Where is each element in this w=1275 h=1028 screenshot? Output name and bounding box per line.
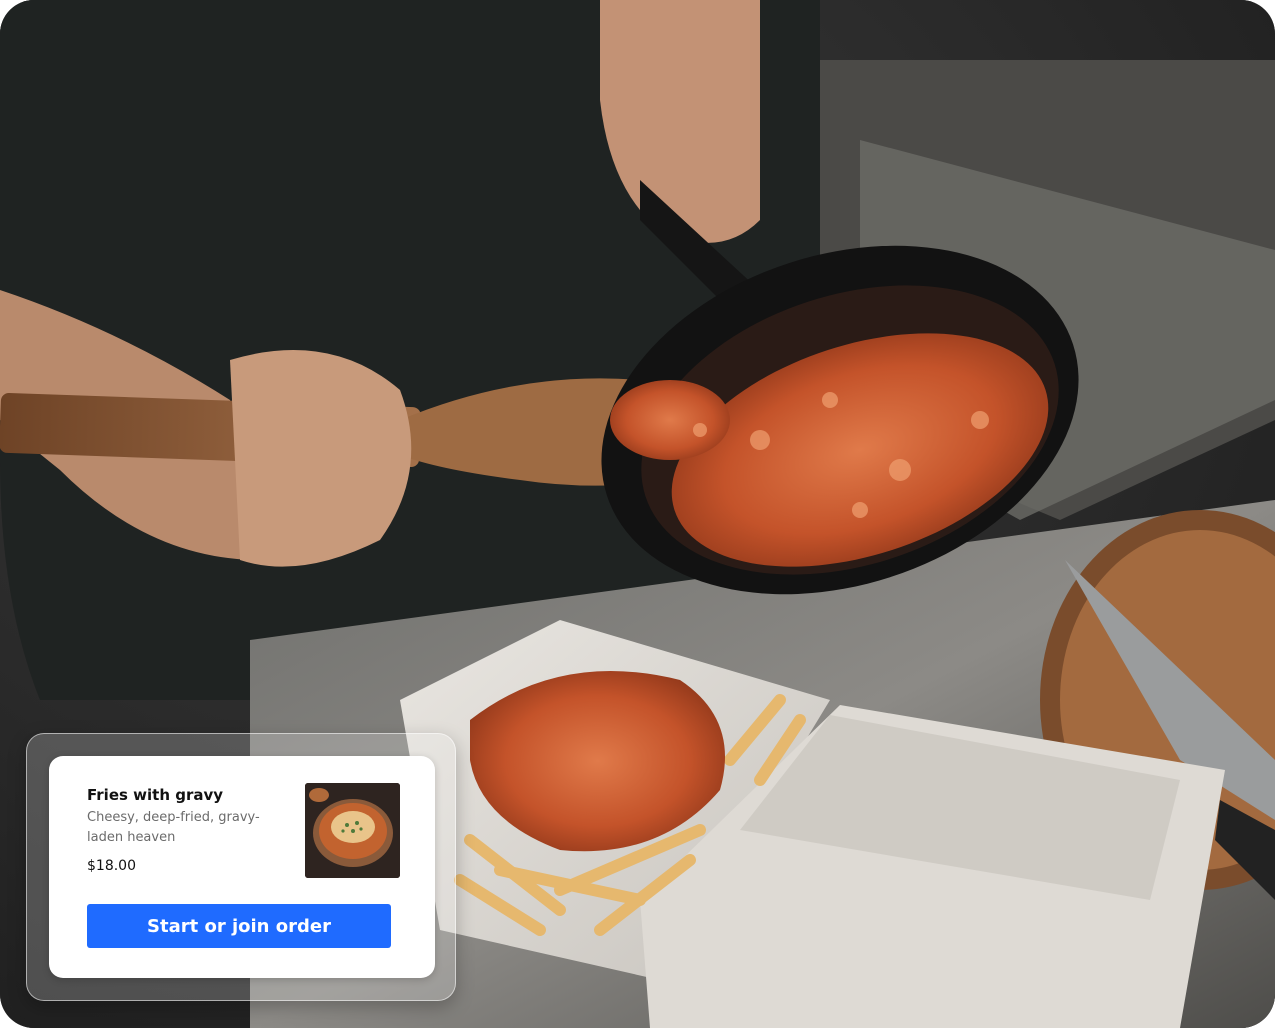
item-description: Cheesy, deep-fried, gravy-laden heaven [87, 810, 260, 845]
item-price: $18.00 [87, 858, 136, 874]
fries-thumbnail-image [305, 783, 400, 878]
start-or-join-order-button[interactable]: Start or join order [87, 904, 391, 948]
item-title: Fries with gravy [87, 786, 224, 804]
menu-item-card: Fries with gravy Cheesy, deep-fried, gra… [49, 756, 435, 978]
item-thumbnail [305, 783, 400, 878]
